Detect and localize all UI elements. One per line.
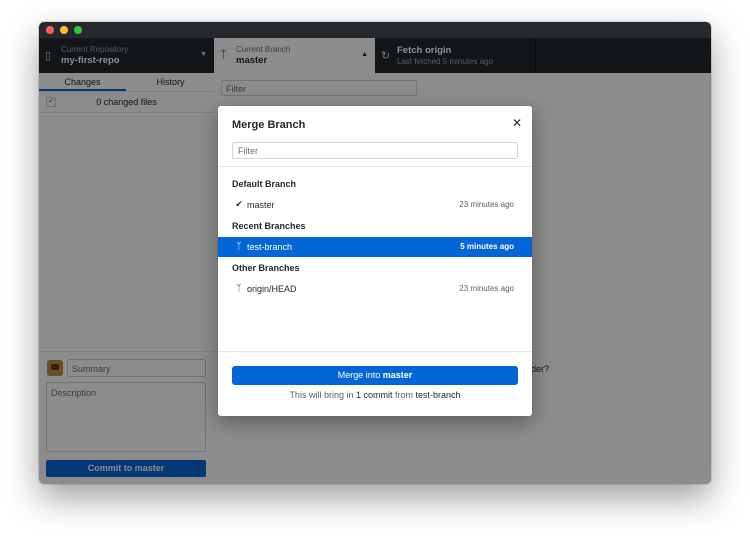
branch-row-master[interactable]: ✔ master 23 minutes ago <box>218 195 532 215</box>
merge-button-target: master <box>382 370 413 380</box>
merge-info-count: 1 commit <box>355 390 393 400</box>
merge-info-prefix: This will bring in <box>289 390 354 400</box>
branch-row-name: test-branch <box>247 242 293 252</box>
minimize-window-button[interactable] <box>60 26 68 34</box>
footer-divider <box>218 351 532 352</box>
branch-row-time: 5 minutes ago <box>460 242 514 251</box>
merge-branch-dialog: Merge Branch ✕ Filter Default Branch ✔ m… <box>218 106 532 416</box>
dialog-filter-input[interactable]: Filter <box>232 142 518 159</box>
branch-row-origin-head[interactable]: ᛉ origin/HEAD 23 minutes ago <box>218 279 532 299</box>
close-window-button[interactable] <box>46 26 54 34</box>
zoom-window-button[interactable] <box>74 26 82 34</box>
group-header-recent: Recent Branches <box>232 221 306 231</box>
dialog-title: Merge Branch <box>232 119 306 131</box>
divider <box>218 166 532 167</box>
branch-row-time: 23 minutes ago <box>459 284 514 293</box>
branch-row-name: origin/HEAD <box>247 284 297 294</box>
title-bar <box>39 22 711 38</box>
branch-row-test-branch[interactable]: ᛉ test-branch 5 minutes ago <box>218 237 532 257</box>
close-icon[interactable]: ✕ <box>512 117 522 129</box>
merge-info-middle: from <box>395 390 414 400</box>
group-header-other: Other Branches <box>232 263 300 273</box>
merge-button-prefix: Merge into <box>337 370 381 380</box>
check-icon: ✔ <box>235 199 243 209</box>
branch-row-name: master <box>247 200 275 210</box>
branch-icon: ᛉ <box>236 241 242 251</box>
branch-row-time: 23 minutes ago <box>459 200 514 209</box>
merge-info-branch: test-branch <box>415 390 461 400</box>
merge-info: This will bring in 1 commit from test-br… <box>218 390 532 400</box>
merge-button[interactable]: Merge into master <box>232 366 518 385</box>
branch-icon: ᛉ <box>236 283 242 293</box>
group-header-default: Default Branch <box>232 179 297 189</box>
